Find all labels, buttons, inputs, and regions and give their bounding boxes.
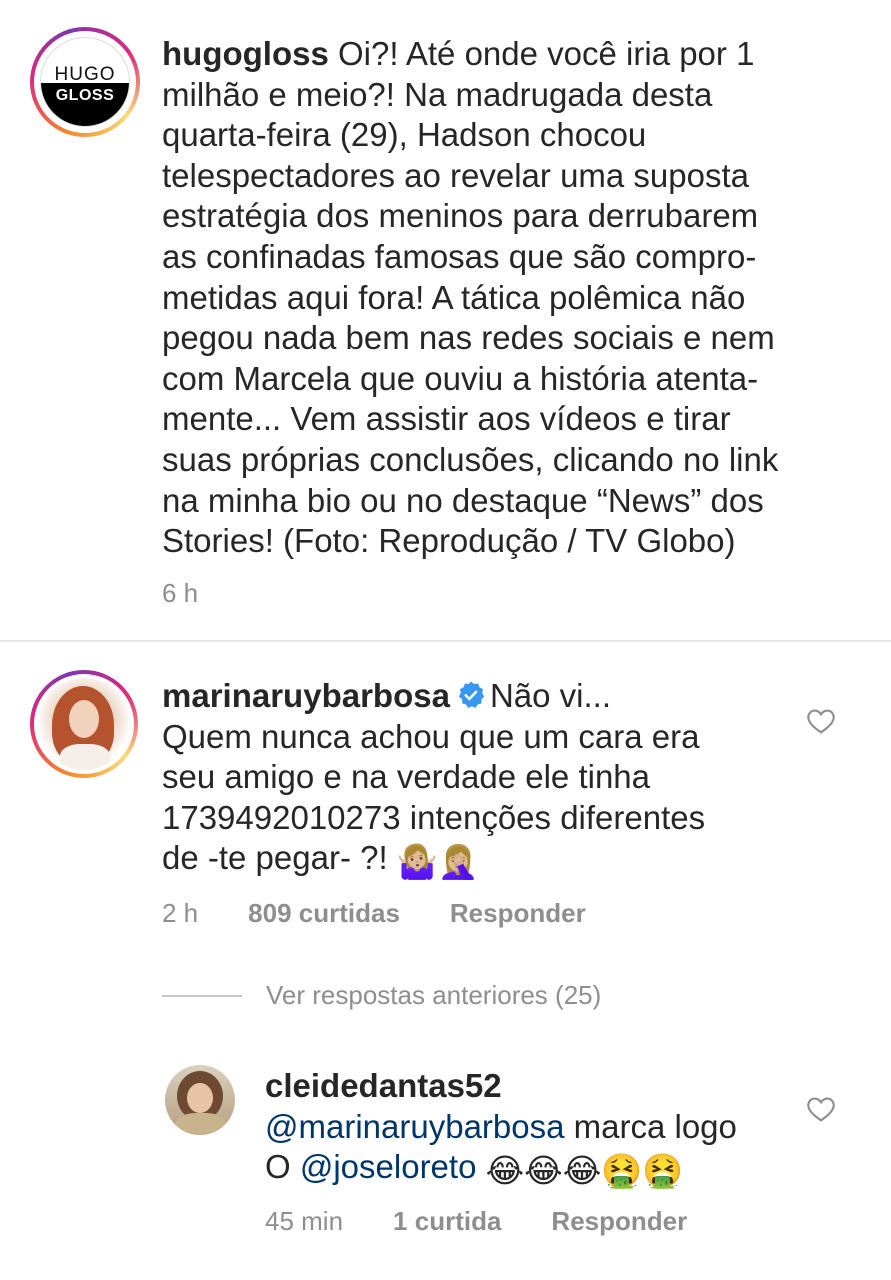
reply-time: 45 min xyxy=(265,1206,344,1236)
reply-mention-joseloreto[interactable]: @joseloreto xyxy=(300,1148,477,1185)
cleidedantas52-avatar[interactable] xyxy=(165,1065,235,1135)
replies-toggle-line xyxy=(162,994,242,997)
caption-time: 6 h xyxy=(162,578,199,608)
avatar-logo-bottom: GLOSS xyxy=(41,83,129,126)
hugogloss-avatar[interactable]: HUGO GLOSS xyxy=(40,37,130,127)
view-previous-replies[interactable]: Ver respostas anteriores (25) xyxy=(162,980,601,1011)
comment-time: 2 h xyxy=(162,898,199,928)
reply-meta: 45 min 1 curtida Responder xyxy=(265,1206,687,1237)
caption-line: mente... Vem assistir aos vídeos e tirar xyxy=(162,400,731,438)
caption-username[interactable]: hugogloss xyxy=(162,35,329,72)
caption-line: na minha bio ou no destaque “News” dos xyxy=(162,481,764,519)
caption-line: com Marcela que ouviu a história atenta- xyxy=(162,359,759,397)
caption-line: metidas aqui fora! A tática polêmica não xyxy=(162,278,746,316)
comment-emoji: 🤷🏼‍♀️🤦🏼‍♀️ xyxy=(396,843,479,881)
reply-username[interactable]: cleidedantas52 xyxy=(265,1067,502,1104)
comment-reply-button[interactable]: Responder xyxy=(450,898,586,929)
reply-mention-marinaruybarbosa[interactable]: @marinaruybarbosa xyxy=(265,1108,564,1145)
caption-line: suas próprias conclusões, clicando no li… xyxy=(162,440,779,478)
reply-reply-button[interactable]: Responder xyxy=(551,1206,687,1237)
caption-line: estratégia dos meninos para derrubarem xyxy=(162,197,759,235)
comment-likes[interactable]: 809 curtidas xyxy=(248,898,400,929)
comment-first-text: Não vi... xyxy=(489,677,611,714)
marinaruybarbosa-avatar[interactable] xyxy=(38,678,130,770)
verified-badge-icon xyxy=(458,681,485,708)
reply-line: @marinaruybarbosa marca logo xyxy=(265,1107,737,1145)
caption-meta: 6 h xyxy=(162,578,198,609)
comment-username[interactable]: marinaruybarbosa xyxy=(162,677,450,714)
comment-like-heart-icon[interactable] xyxy=(805,705,837,737)
marinaruybarbosa-avatar-ring[interactable] xyxy=(30,670,138,778)
comment-line: marinaruybarbosa Não vi... xyxy=(162,676,802,717)
caption-line: pegou nada bem nas redes sociais e nem xyxy=(162,319,775,357)
caption-line: quarta-feira (29), Hadson chocou xyxy=(162,116,647,154)
reply-likes[interactable]: 1 curtida xyxy=(393,1206,501,1237)
reply-line: cleidedantas52 xyxy=(265,1066,805,1107)
comment-line: 1739492010273 intenções diferentes xyxy=(162,798,706,836)
reply-line: O @joseloreto 😂😂😂🤮🤮 xyxy=(265,1147,805,1192)
reply-emoji: 😂😂😂🤮🤮 xyxy=(485,1152,684,1190)
caption-line: milhão e meio?! Na madrugada desta xyxy=(162,75,713,113)
comment-line: Quem nunca achou que um cara era xyxy=(162,717,700,755)
reply-like-heart-icon[interactable] xyxy=(805,1093,837,1125)
comment-line: seu amigo e na verdade ele tinha xyxy=(162,758,651,796)
caption-text: hugogloss Oi?! Até onde você iria por 1 … xyxy=(162,34,862,562)
comment-meta: 2 h 809 curtidas Responder xyxy=(162,898,586,929)
view-previous-replies-label[interactable]: Ver respostas anteriores (25) xyxy=(266,980,601,1011)
caption-divider xyxy=(0,640,891,642)
comment-line: de -te pegar- ?! 🤷🏼‍♀️🤦🏼‍♀️ xyxy=(162,838,802,883)
caption-line: telespectadores ao revelar uma suposta xyxy=(162,156,750,194)
caption-line: hugogloss Oi?! Até onde você iria por 1 xyxy=(162,35,755,72)
comment-text: marinaruybarbosa Não vi... Quem nunca ach… xyxy=(162,676,802,883)
caption-line: Stories! (Foto: Reprodução / TV Globo) xyxy=(162,522,736,560)
hugogloss-avatar-ring[interactable]: HUGO GLOSS xyxy=(30,27,140,137)
reply-text: cleidedantas52 @marinaruybarbosa marca l… xyxy=(265,1066,805,1192)
caption-line: as confinadas famosas que são compro- xyxy=(162,237,757,275)
